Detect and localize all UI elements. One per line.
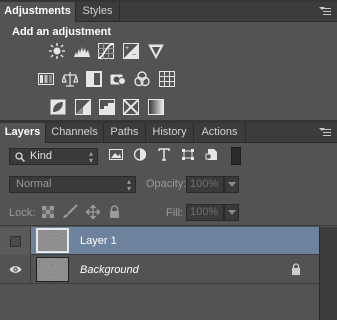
eye-icon	[9, 266, 22, 273]
blend-mode-select[interactable]: Normal ▴ ▾	[9, 176, 136, 193]
color-balance-icon[interactable]	[62, 71, 78, 87]
curves-icon[interactable]	[98, 43, 114, 59]
layers-scrollbar[interactable]	[319, 227, 337, 320]
visibility-box	[10, 236, 21, 247]
layer-thumbnail	[36, 228, 69, 253]
layer-thumbnail-image	[37, 258, 68, 281]
pixel-layer-filter-icon[interactable]	[109, 148, 123, 161]
panel-menu-icon[interactable]	[319, 7, 331, 16]
vibrance-icon[interactable]	[148, 43, 164, 59]
opacity-label: Opacity:	[146, 178, 187, 190]
adjustments-heading: Add an adjustment	[12, 26, 112, 38]
adjustments-panel: Adjustments Styles Add an adjustment + −	[0, 2, 337, 120]
tab-adjustments[interactable]: Adjustments	[0, 2, 76, 22]
color-lookup-icon[interactable]	[159, 71, 175, 87]
tab-styles[interactable]: Styles	[76, 2, 120, 21]
lock-transparent-pixels-icon[interactable]	[42, 206, 54, 218]
tab-channels[interactable]: Channels	[46, 123, 104, 142]
layer-row-background[interactable]: Background	[0, 256, 320, 284]
layers-tabbar: Layers Channels Paths History Actions	[0, 123, 337, 143]
chevron-updown-icon: ▴ ▾	[126, 177, 131, 193]
layer-thumbnail	[36, 257, 69, 282]
layer-row-layer-1[interactable]: Layer 1	[0, 227, 320, 255]
threshold-icon[interactable]	[99, 99, 115, 115]
chevron-updown-icon: ▴ ▾	[88, 149, 93, 165]
visibility-toggle[interactable]	[0, 256, 31, 284]
levels-icon[interactable]	[74, 43, 90, 59]
gradient-map-icon[interactable]	[148, 99, 164, 115]
fill-value: 100%	[190, 206, 219, 218]
selective-color-icon[interactable]	[123, 99, 139, 115]
posterize-icon[interactable]	[75, 99, 91, 115]
tab-history[interactable]: History	[146, 123, 194, 142]
tab-layers[interactable]: Layers	[0, 123, 46, 143]
adjustments-tabbar: Adjustments Styles	[0, 2, 337, 22]
divider	[0, 225, 337, 226]
panel-menu-icon[interactable]	[319, 128, 331, 137]
hue-saturation-icon[interactable]	[38, 71, 54, 87]
type-layer-filter-icon[interactable]	[157, 148, 171, 161]
lock-label: Lock:	[9, 207, 36, 219]
opacity-value: 100%	[190, 178, 219, 190]
invert-icon[interactable]	[50, 99, 66, 115]
fill-field[interactable]: 100%	[186, 204, 224, 221]
search-icon	[15, 152, 25, 162]
filter-kind-label: Kind	[30, 150, 53, 162]
chevron-down-icon	[228, 210, 236, 215]
photo-filter-icon[interactable]	[110, 71, 126, 87]
layers-panel: Layers Channels Paths History Actions Ki…	[0, 123, 337, 320]
filter-kind-select[interactable]: Kind ▴ ▾	[9, 148, 98, 165]
opacity-field[interactable]: 100%	[186, 176, 224, 193]
svg-text:−: −	[132, 52, 136, 59]
lock-icon	[292, 263, 300, 275]
filter-toggle-switch[interactable]	[231, 147, 241, 165]
fill-label: Fill:	[166, 207, 184, 219]
exposure-icon[interactable]: + −	[123, 43, 139, 59]
adjustment-layer-filter-icon[interactable]	[133, 148, 147, 161]
blend-mode-value: Normal	[16, 178, 52, 190]
chevron-down-icon	[228, 182, 236, 187]
visibility-toggle[interactable]	[0, 227, 31, 255]
fill-dropdown-button[interactable]	[224, 204, 239, 221]
lock-all-icon[interactable]	[109, 205, 120, 218]
svg-text:+: +	[125, 45, 129, 52]
channel-mixer-icon[interactable]	[134, 71, 150, 87]
layer-name[interactable]: Layer 1	[80, 235, 117, 247]
tab-actions[interactable]: Actions	[194, 123, 246, 142]
shape-layer-filter-icon[interactable]	[181, 148, 195, 161]
black-white-icon[interactable]	[86, 71, 102, 87]
brightness-contrast-icon[interactable]	[49, 43, 65, 59]
layer-thumbnail-image	[38, 230, 67, 251]
smart-object-filter-icon[interactable]	[205, 148, 219, 161]
lock-position-move-icon[interactable]	[86, 205, 100, 219]
lock-image-pixels-brush-icon[interactable]	[62, 204, 78, 219]
tab-paths[interactable]: Paths	[104, 123, 146, 142]
layer-name[interactable]: Background	[80, 264, 139, 276]
opacity-dropdown-button[interactable]	[224, 176, 239, 193]
